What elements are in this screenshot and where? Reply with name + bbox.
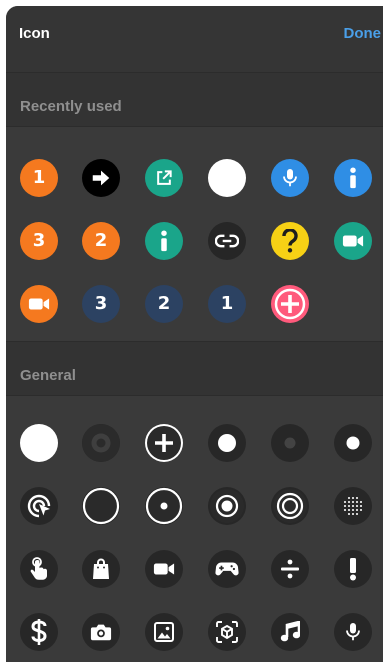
- picker-header: Icon Done: [6, 6, 383, 72]
- question-icon[interactable]: [271, 222, 309, 260]
- music-note-glyph: [280, 621, 300, 643]
- icon-number-label: 3: [94, 293, 108, 314]
- video-camera-teal-glyph: [342, 233, 364, 249]
- plus-circle-icon[interactable]: [145, 424, 183, 462]
- microphone-blue-glyph: [281, 167, 299, 189]
- image-icon[interactable]: [145, 613, 183, 651]
- divide-icon[interactable]: [271, 550, 309, 588]
- microphone-glyph: [344, 621, 362, 643]
- recently-used-title: Recently used: [20, 98, 122, 115]
- microphone-icon[interactable]: [334, 613, 372, 651]
- video-camera-orange-icon[interactable]: [20, 285, 58, 323]
- large-white-circle-icon[interactable]: [20, 424, 58, 462]
- exclamation-glyph: [349, 557, 357, 581]
- icon-number-label: 2: [94, 230, 108, 251]
- concentric-circles-glyph: [271, 487, 309, 525]
- external-link-glyph: [154, 168, 174, 188]
- medium-white-dot-icon[interactable]: [208, 424, 246, 462]
- video-camera-glyph: [153, 561, 175, 577]
- question-glyph: [282, 229, 298, 253]
- number-2-orange-icon[interactable]: 2: [82, 222, 120, 260]
- number-3-orange-icon[interactable]: 3: [20, 222, 58, 260]
- info-teal-glyph: [159, 230, 169, 252]
- arrow-right-icon[interactable]: [82, 159, 120, 197]
- icon-number-label: 1: [32, 167, 46, 188]
- camera-glyph: [90, 623, 112, 641]
- small-dark-dot-glyph: [284, 437, 296, 449]
- icon-number-label: 1: [220, 293, 234, 314]
- plus-pink-icon[interactable]: [271, 285, 309, 323]
- video-camera-icon[interactable]: [145, 550, 183, 588]
- number-3-navy-icon[interactable]: 3: [82, 285, 120, 323]
- info-blue-glyph: [348, 167, 358, 189]
- dotted-grid-circle-icon[interactable]: [334, 487, 372, 525]
- microphone-blue-icon[interactable]: [271, 159, 309, 197]
- camera-icon[interactable]: [82, 613, 120, 651]
- music-note-icon[interactable]: [271, 613, 309, 651]
- cursor-click-glyph: [26, 493, 52, 519]
- icon-number-label: 3: [32, 230, 46, 251]
- white-circle-icon[interactable]: [208, 159, 246, 197]
- number-1-orange-icon[interactable]: 1: [20, 159, 58, 197]
- video-camera-orange-glyph: [28, 296, 50, 312]
- concentric-circles-icon[interactable]: [271, 487, 309, 525]
- small-white-dot-glyph: [346, 436, 360, 450]
- video-camera-teal-icon[interactable]: [334, 222, 372, 260]
- general-header: General: [6, 342, 383, 395]
- image-glyph: [154, 622, 174, 642]
- info-teal-icon[interactable]: [145, 222, 183, 260]
- tap-hand-glyph: [29, 557, 49, 581]
- shopping-bag-glyph: [92, 558, 110, 580]
- general-icons-grid: [6, 396, 383, 662]
- gamepad-glyph: [215, 561, 239, 577]
- icon-number-label: 2: [157, 293, 171, 314]
- outline-circle-glyph: [82, 487, 120, 525]
- radio-dot-glyph: [145, 487, 183, 525]
- picker-title: Icon: [19, 25, 50, 42]
- done-button[interactable]: Done: [344, 25, 382, 42]
- dark-dot-circle-glyph: [82, 424, 120, 462]
- cursor-click-icon[interactable]: [20, 487, 58, 525]
- recent-icons-grid: 1 3 2 3 2 1: [6, 127, 383, 341]
- filled-radio-icon[interactable]: [208, 487, 246, 525]
- dark-dot-circle-icon[interactable]: [82, 424, 120, 462]
- exclamation-icon[interactable]: [334, 550, 372, 588]
- info-blue-icon[interactable]: [334, 159, 372, 197]
- ar-cube-glyph: [215, 620, 239, 644]
- radio-dot-icon[interactable]: [145, 487, 183, 525]
- divide-glyph: [279, 558, 301, 580]
- gamepad-icon[interactable]: [208, 550, 246, 588]
- dollar-icon[interactable]: [20, 613, 58, 651]
- dollar-glyph: [31, 619, 47, 645]
- dotted-grid-circle-glyph: [343, 496, 363, 516]
- small-white-dot-icon[interactable]: [334, 424, 372, 462]
- external-link-icon[interactable]: [145, 159, 183, 197]
- arrow-right-glyph: [90, 167, 112, 189]
- link-icon[interactable]: [208, 222, 246, 260]
- link-glyph: [215, 234, 239, 248]
- filled-radio-glyph: [208, 487, 246, 525]
- small-dark-dot-icon[interactable]: [271, 424, 309, 462]
- icon-picker-panel: Icon Done Recently used 1 3 2 3 2 1 General: [6, 6, 383, 662]
- number-2-navy-icon[interactable]: 2: [145, 285, 183, 323]
- plus-circle-glyph: [145, 424, 183, 462]
- medium-white-dot-glyph: [217, 433, 237, 453]
- recently-used-header: Recently used: [6, 73, 383, 126]
- tap-hand-icon[interactable]: [20, 550, 58, 588]
- outline-circle-icon[interactable]: [82, 487, 120, 525]
- general-title: General: [20, 367, 76, 384]
- number-1-navy-icon[interactable]: 1: [208, 285, 246, 323]
- ar-cube-icon[interactable]: [208, 613, 246, 651]
- plus-pink-glyph: [271, 285, 309, 323]
- shopping-bag-icon[interactable]: [82, 550, 120, 588]
